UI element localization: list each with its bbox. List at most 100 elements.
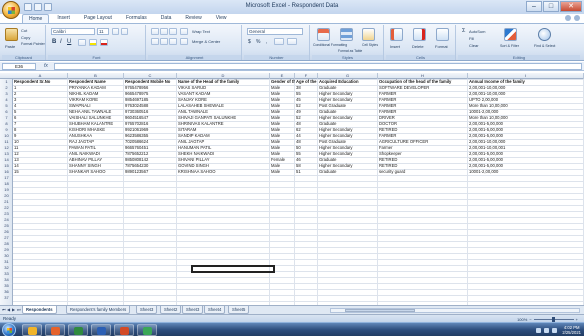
tab-formulas[interactable]: Formulas <box>120 14 153 23</box>
explorer-icon <box>28 327 37 335</box>
align-top-icon[interactable] <box>151 28 159 35</box>
zoom-slider[interactable] <box>533 317 574 322</box>
decrease-decimal-icon[interactable] <box>287 38 297 45</box>
increase-decimal-icon[interactable] <box>274 38 284 45</box>
number-format-select[interactable]: General <box>247 28 303 35</box>
sheet-tab[interactable]: Sheet2 <box>160 306 182 314</box>
last-sheet-icon[interactable]: ⏭ <box>17 308 21 312</box>
align-center-icon[interactable] <box>160 38 168 45</box>
insert-button[interactable]: Insert <box>390 44 400 49</box>
sort-filter-icon[interactable] <box>504 28 517 41</box>
network-icon[interactable] <box>536 327 542 333</box>
selected-cell-range[interactable] <box>191 265 275 273</box>
comma-icon[interactable]: , <box>266 39 267 45</box>
underline-icon[interactable]: U <box>67 39 71 45</box>
clipboard-group: Paste Cut Copy Format Painter Clipboard <box>2 25 46 60</box>
italic-icon[interactable]: I <box>60 39 62 45</box>
ribbon-minimize-icon[interactable] <box>574 15 580 21</box>
fill-color-icon[interactable] <box>89 39 97 46</box>
close-button[interactable]: ✕ <box>560 1 582 12</box>
sheet-tab[interactable]: Respondent's family Members <box>66 306 131 314</box>
sheet-tab[interactable]: Sheet5 <box>228 306 250 314</box>
delete-button[interactable]: Delete <box>412 44 424 49</box>
minimize-button[interactable]: – <box>526 1 542 12</box>
conditional-formatting-button[interactable]: Conditional Formatting <box>313 43 347 47</box>
name-box[interactable]: E36 <box>2 63 36 70</box>
font-color-icon[interactable] <box>100 39 108 46</box>
autosum-icon[interactable]: Σ <box>462 28 465 34</box>
cell-styles-button[interactable]: Cell Styles <box>362 43 378 47</box>
maximize-button[interactable]: □ <box>543 1 559 12</box>
format-as-table-icon[interactable] <box>340 28 353 41</box>
sheet-tab[interactable]: Sheet4 <box>204 306 226 314</box>
formula-input[interactable] <box>54 63 582 70</box>
font-size-select[interactable]: 11 <box>97 28 109 35</box>
format-painter-button[interactable]: Format Painter <box>21 42 45 46</box>
scrollbar-thumb[interactable] <box>345 309 415 312</box>
tab-page-layout[interactable]: Page Layout <box>78 14 118 23</box>
sheet-tab[interactable]: Sheet3 <box>182 306 204 314</box>
grow-font-icon[interactable] <box>112 28 119 35</box>
tab-insert[interactable]: Insert <box>51 14 76 23</box>
taskbar-clock[interactable]: 4:02 PM 2/25/2021 <box>562 325 581 335</box>
start-button[interactable] <box>2 323 16 336</box>
cut-button[interactable]: Cut <box>21 28 27 33</box>
row-number[interactable]: 37 <box>0 295 13 301</box>
horizontal-scrollbar[interactable] <box>330 308 580 313</box>
format-cells-icon[interactable] <box>436 28 449 41</box>
insert-cells-icon[interactable] <box>390 28 403 41</box>
number-group: General $ % , Number <box>244 25 310 60</box>
indent-icon[interactable] <box>180 38 188 45</box>
wrap-text-button[interactable]: Wrap Text <box>192 29 210 34</box>
find-select-icon[interactable] <box>538 28 551 41</box>
taskbar-app[interactable] <box>114 324 134 336</box>
sort-filter-button[interactable]: Sort & Filter <box>500 44 519 48</box>
find-select-button[interactable]: Find & Select <box>534 44 555 48</box>
percent-icon[interactable]: % <box>256 39 260 45</box>
battery-icon[interactable] <box>552 327 558 333</box>
format-button[interactable]: Format <box>435 44 448 49</box>
tab-review[interactable]: Review <box>179 14 207 23</box>
autosum-button[interactable]: AutoSum <box>469 29 485 34</box>
sheet-tab-bar: ⏮ ◀ ▶ ⏭ Respondents Respondent's family M… <box>0 305 584 314</box>
first-sheet-icon[interactable]: ⏮ <box>2 308 6 312</box>
taskbar-app[interactable] <box>22 324 42 336</box>
chrome-icon <box>143 327 152 335</box>
merge-center-button[interactable]: Merge & Center <box>192 39 220 44</box>
conditional-formatting-icon[interactable] <box>317 28 330 41</box>
currency-icon[interactable]: $ <box>248 39 251 45</box>
bold-icon[interactable]: B <box>52 39 56 45</box>
taskbar-app[interactable] <box>91 324 111 336</box>
paste-icon[interactable] <box>5 28 18 41</box>
clear-button[interactable]: Clear <box>469 43 479 48</box>
taskbar-app[interactable] <box>137 324 157 336</box>
office-button[interactable] <box>2 1 20 19</box>
align-right-icon[interactable] <box>169 38 177 45</box>
sheet-tab[interactable]: Respondents <box>22 306 57 314</box>
align-middle-icon[interactable] <box>160 28 168 35</box>
align-bottom-icon[interactable] <box>169 28 177 35</box>
delete-cells-icon[interactable] <box>413 28 426 41</box>
copy-button[interactable]: Copy <box>21 35 30 40</box>
cell-styles-icon[interactable] <box>362 28 375 41</box>
fill-button[interactable]: Fill <box>469 36 474 41</box>
paste-label[interactable]: Paste <box>5 44 15 49</box>
sheet-tab[interactable]: Sheet3 <box>136 306 158 314</box>
prev-sheet-icon[interactable]: ◀ <box>7 308 11 312</box>
align-left-icon[interactable] <box>151 38 159 45</box>
next-sheet-icon[interactable]: ▶ <box>12 308 16 312</box>
tab-data[interactable]: Data <box>155 14 178 23</box>
function-icon[interactable]: fx <box>44 63 48 69</box>
taskbar-app[interactable] <box>68 324 88 336</box>
cells-group: Insert Delete Format Cells <box>386 25 456 60</box>
format-as-table-button[interactable]: Format as Table <box>338 49 362 53</box>
borders-icon[interactable] <box>78 39 86 46</box>
taskbar-app[interactable] <box>45 324 65 336</box>
volume-icon[interactable] <box>544 327 550 333</box>
shrink-font-icon[interactable] <box>121 28 128 35</box>
tab-home[interactable]: Home <box>22 14 50 23</box>
tab-view[interactable]: View <box>210 14 233 23</box>
help-icon[interactable] <box>565 15 571 21</box>
orientation-icon[interactable] <box>180 28 188 35</box>
font-name-select[interactable]: Calibri <box>51 28 95 35</box>
